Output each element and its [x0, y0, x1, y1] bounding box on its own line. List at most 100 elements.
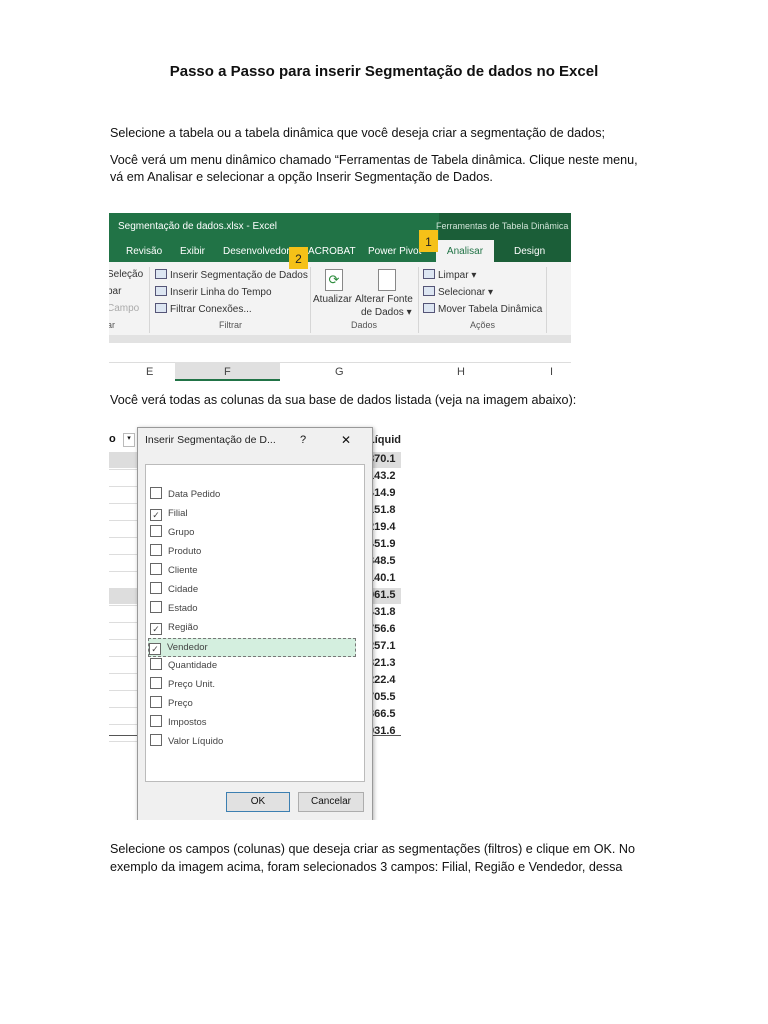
- checkbox[interactable]: [150, 544, 162, 556]
- checkbox[interactable]: [150, 696, 162, 708]
- field-label: Região: [168, 622, 199, 633]
- filter-dropdown-icon[interactable]: ▾: [123, 433, 135, 447]
- column-e[interactable]: E: [146, 366, 153, 378]
- column-f[interactable]: F: [224, 366, 231, 378]
- checkbox[interactable]: [150, 563, 162, 575]
- checkbox[interactable]: [150, 601, 162, 613]
- connections-icon: [155, 303, 167, 313]
- ribbon-partial-item: Seleção: [109, 269, 144, 280]
- slicer-dialog-screenshot: o ▾ Líquid 870.1 143.2 414.9 151.8 219.4 451.…: [109, 418, 401, 820]
- field-checkbox-item[interactable]: Cidade: [150, 581, 198, 598]
- row-line: [109, 724, 137, 725]
- row-line: [109, 537, 137, 538]
- row-line: [109, 639, 137, 640]
- ok-button[interactable]: OK: [226, 792, 290, 812]
- checkbox[interactable]: [150, 487, 162, 499]
- tab-analisar[interactable]: Analisar: [436, 240, 494, 262]
- close-button[interactable]: ✕: [341, 433, 351, 447]
- field-checkbox-item[interactable]: ✓ Região: [150, 619, 198, 636]
- checkbox[interactable]: [150, 525, 162, 537]
- tab-exibir[interactable]: Exibir: [180, 246, 205, 257]
- change-source-button[interactable]: Alterar Fonte: [355, 294, 413, 305]
- tab-acrobat[interactable]: ACROBAT: [308, 246, 356, 257]
- checkbox[interactable]: [150, 582, 162, 594]
- paragraph: Selecione os campos (colunas) que deseja…: [110, 842, 635, 856]
- checkbox[interactable]: [150, 734, 162, 746]
- document-page: Passo a Passo para inserir Segmentação d…: [0, 0, 768, 1024]
- tab-design[interactable]: Design: [514, 246, 545, 257]
- checkbox[interactable]: [150, 715, 162, 727]
- step-badge-2: 2: [289, 247, 308, 269]
- row-line: [109, 707, 137, 708]
- field-label: Cliente: [168, 565, 198, 576]
- paragraph: Você verá um menu dinâmico chamado “Ferr…: [110, 153, 638, 167]
- column-i[interactable]: I: [550, 366, 553, 378]
- change-source-label: de Dados ▾: [361, 307, 412, 318]
- ribbon-partial-item: Campo: [109, 303, 140, 314]
- field-label: Preço Unit.: [168, 679, 215, 690]
- context-title: Ferramentas de Tabela Dinâmica: [436, 221, 569, 231]
- checkbox[interactable]: ✓: [150, 509, 162, 521]
- field-checkbox-item[interactable]: Cliente: [150, 562, 198, 579]
- refresh-button[interactable]: Atualizar: [313, 294, 352, 305]
- field-checkbox-item[interactable]: Data Pedido: [150, 486, 220, 503]
- field-checkbox-item[interactable]: Grupo: [150, 524, 194, 541]
- field-label: Impostos: [168, 717, 207, 728]
- field-checkbox-item[interactable]: Quantidade: [150, 657, 217, 674]
- checkbox[interactable]: ✓: [150, 623, 162, 635]
- ribbon-partial-group: ar: [109, 320, 116, 330]
- row-line: [109, 656, 137, 657]
- row-line: [109, 554, 137, 555]
- insert-slicer-button[interactable]: Inserir Segmentação de Dados: [155, 269, 308, 281]
- row-line: [109, 571, 137, 572]
- field-label: Preço: [168, 698, 193, 709]
- column-h[interactable]: H: [457, 366, 465, 378]
- field-checkbox-item[interactable]: ✓ Filial: [150, 505, 188, 522]
- field-label: Cidade: [168, 584, 199, 595]
- field-label: Data Pedido: [168, 489, 221, 500]
- select-button[interactable]: Selecionar ▾: [423, 286, 493, 298]
- clear-button[interactable]: Limpar ▾: [423, 269, 476, 281]
- field-checkbox-item[interactable]: Valor Líquido: [150, 733, 223, 750]
- checkbox[interactable]: [150, 658, 162, 670]
- cancel-button[interactable]: Cancelar: [298, 792, 364, 812]
- field-label: Filial: [168, 508, 188, 519]
- field-label: Quantidade: [168, 660, 218, 671]
- field-checkbox-item[interactable]: Impostos: [150, 714, 207, 731]
- row-line: [109, 741, 137, 742]
- paragraph: Selecione a tabela ou a tabela dinâmica …: [110, 126, 605, 140]
- filter-connections-button[interactable]: Filtrar Conexões...: [155, 303, 252, 315]
- dialog-title: Inserir Segmentação de D...: [145, 434, 276, 446]
- field-checkbox-item[interactable]: Produto: [150, 543, 201, 560]
- row-line: [109, 690, 137, 691]
- row-line: [109, 588, 137, 589]
- field-checkbox-item[interactable]: Preço Unit.: [150, 676, 215, 693]
- column-g[interactable]: G: [335, 366, 344, 378]
- select-icon: [423, 286, 435, 296]
- insert-timeline-button[interactable]: Inserir Linha do Tempo: [155, 286, 272, 298]
- help-button[interactable]: ?: [300, 434, 306, 446]
- field-checkbox-item[interactable]: ✓ Vendedor: [148, 638, 356, 657]
- tab-revisao[interactable]: Revisão: [126, 246, 162, 257]
- row-line: [109, 469, 137, 470]
- document-title: Passo a Passo para inserir Segmentação d…: [169, 63, 599, 80]
- move-icon: [423, 303, 435, 313]
- move-pivot-button[interactable]: Mover Tabela Dinâmica: [423, 303, 542, 315]
- field-checkbox-item[interactable]: Estado: [150, 600, 198, 617]
- tab-desenvolvedor[interactable]: Desenvolvedor: [223, 246, 290, 257]
- field-label: Vendedor: [167, 642, 208, 653]
- refresh-icon: ⟳: [325, 269, 343, 291]
- timeline-icon: [155, 286, 167, 296]
- checkbox[interactable]: [150, 677, 162, 689]
- row-line: [109, 503, 137, 504]
- excel-ribbon-screenshot: Segmentação de dados.xlsx - Excel Ferram…: [109, 213, 571, 381]
- checkbox[interactable]: ✓: [149, 643, 161, 655]
- slicer-icon: [155, 269, 167, 279]
- row-line: [109, 622, 137, 623]
- field-label: Grupo: [168, 527, 195, 538]
- tab-power-pivot[interactable]: Power Pivot: [368, 246, 421, 257]
- group-dados: Dados: [351, 320, 378, 330]
- field-checkbox-item[interactable]: Preço: [150, 695, 193, 712]
- row-line: [109, 520, 137, 521]
- paragraph: exemplo da imagem acima, foram seleciona…: [110, 860, 623, 874]
